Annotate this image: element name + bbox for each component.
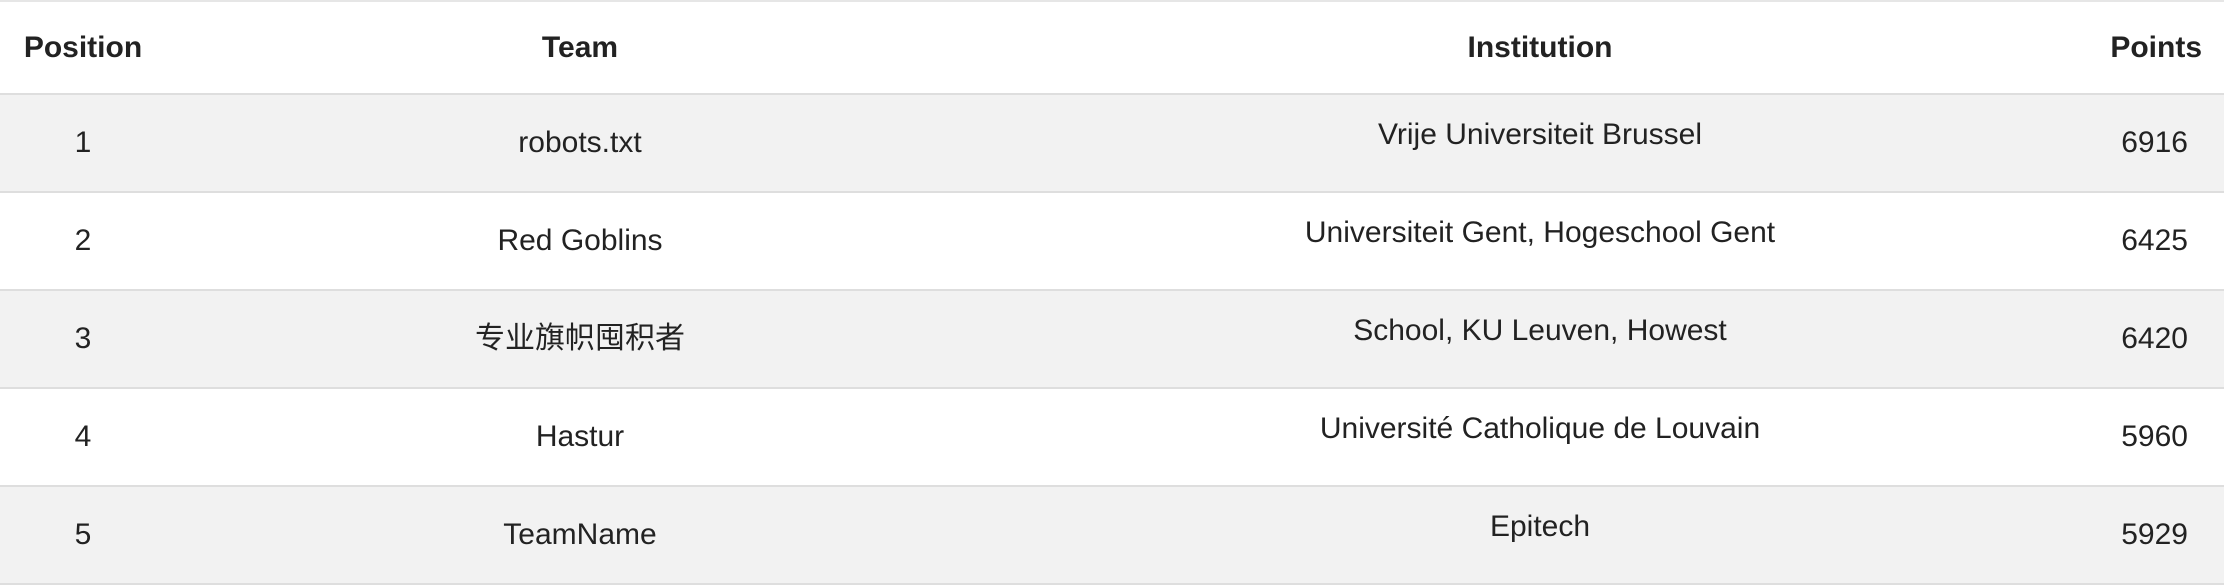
- table-row: 4 Hastur Université Catholique de Louvai…: [0, 389, 2224, 487]
- table-row: 3 专业旗帜囤积者 School, KU Leuven, Howest 6420: [0, 291, 2224, 389]
- header-points[interactable]: Points: [2002, 2, 2202, 93]
- header-institution[interactable]: Institution: [1140, 2, 1940, 93]
- row-points: 5960: [2121, 420, 2188, 453]
- row-points: 6420: [2121, 322, 2188, 355]
- table-row: 5 TeamName Epitech 5929: [0, 487, 2224, 585]
- row-position: 1: [74, 126, 92, 159]
- row-institution: Universiteit Gent, Hogeschool Gent: [1304, 216, 1776, 249]
- scoreboard-table: Position Team Institution Points 1 robot…: [0, 0, 2224, 585]
- row-points: 6916: [2121, 126, 2188, 159]
- row-points: 5929: [2121, 518, 2188, 551]
- row-team: Hastur: [535, 420, 625, 453]
- table-row: 1 robots.txt Vrije Universiteit Brussel …: [0, 95, 2224, 193]
- row-team: TeamName: [503, 518, 657, 551]
- header-team[interactable]: Team: [380, 2, 780, 93]
- row-institution: Vrije Universiteit Brussel: [1378, 118, 1702, 151]
- row-institution: Epitech: [1489, 510, 1591, 543]
- row-position: 4: [74, 420, 92, 453]
- row-position: 3: [74, 322, 92, 355]
- row-institution: School, KU Leuven, Howest: [1353, 314, 1727, 347]
- table-header-row: Position Team Institution Points: [0, 2, 2224, 95]
- row-position: 5: [74, 518, 92, 551]
- row-team: robots.txt: [518, 126, 642, 159]
- row-team: 专业旗帜囤积者: [475, 322, 685, 355]
- header-position[interactable]: Position: [0, 2, 166, 93]
- table-row: 2 Red Goblins Universiteit Gent, Hogesch…: [0, 193, 2224, 291]
- row-points: 6425: [2121, 224, 2188, 257]
- row-team: Red Goblins: [497, 224, 663, 257]
- row-position: 2: [74, 224, 92, 257]
- row-institution: Université Catholique de Louvain: [1319, 412, 1761, 445]
